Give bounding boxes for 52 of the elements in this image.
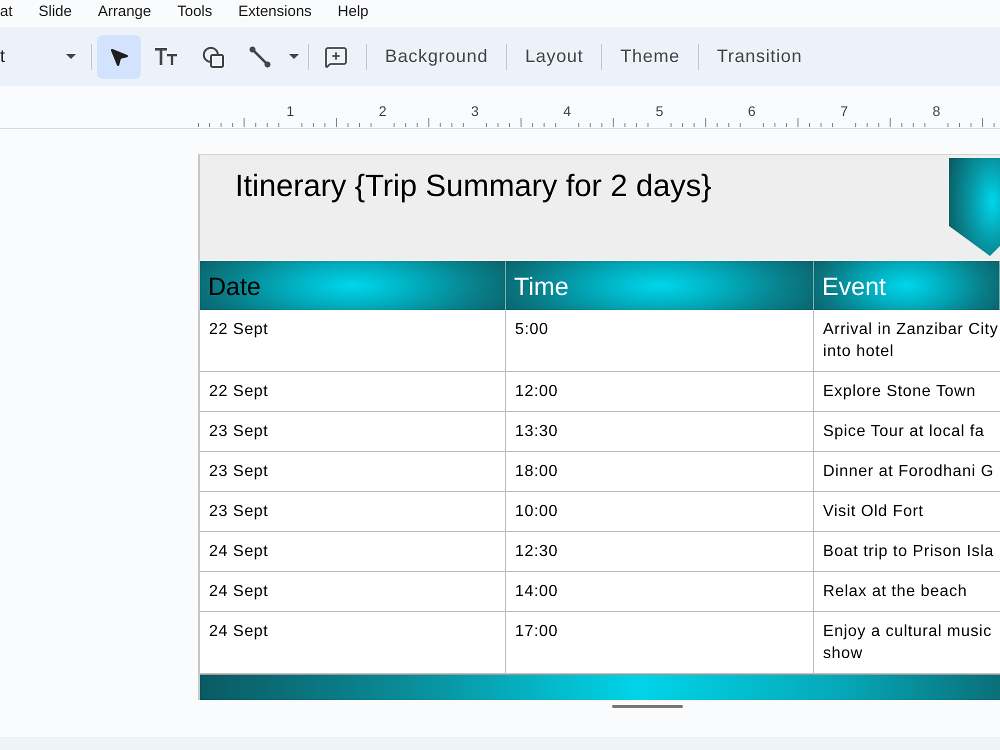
- ruler-number: 2: [378, 103, 386, 119]
- table-cell: 23 Sept: [200, 412, 506, 452]
- table-cell: 23 Sept: [200, 492, 506, 532]
- ruler-number: 7: [840, 103, 848, 119]
- table-cell: Visit Old Fort: [814, 492, 1000, 532]
- table-cell: Explore Stone Town: [814, 372, 1000, 412]
- table-cell: 22 Sept: [200, 310, 506, 372]
- table-cell: Spice Tour at local fa: [814, 412, 1000, 452]
- table-cell: 5:00: [506, 310, 814, 372]
- ruler-number: 1: [286, 103, 294, 119]
- table-cell: Boat trip to Prison Isla: [814, 532, 1000, 572]
- menu-item[interactable]: Help: [338, 3, 369, 21]
- table-cell: 12:30: [506, 532, 814, 572]
- table-cell: 13:30: [506, 412, 814, 452]
- table-cell: Arrival in Zanzibar City into hotel: [814, 310, 1000, 372]
- ruler-number: 8: [932, 103, 940, 119]
- menu-item[interactable]: Tools: [177, 3, 212, 21]
- ruler-number: 3: [471, 103, 479, 119]
- table-cell: 22 Sept: [200, 372, 506, 412]
- table-cell: 23 Sept: [200, 452, 506, 492]
- ruler-number: 4: [563, 103, 572, 119]
- menu-item[interactable]: Arrange: [98, 3, 152, 21]
- ruler-number: 6: [748, 103, 756, 119]
- toolbar-button[interactable]: Background: [372, 38, 502, 74]
- shapes-icon: [202, 46, 224, 68]
- table-cell: Dinner at Forodhani G: [814, 452, 1000, 492]
- table-cell: 24 Sept: [200, 572, 506, 612]
- column-title: Time: [514, 272, 569, 302]
- zoom-dropdown[interactable]: t: [0, 38, 86, 74]
- menu-item[interactable]: Extensions: [238, 3, 312, 21]
- table-cell: 12:00: [506, 372, 814, 412]
- toolbar-button[interactable]: Layout: [512, 38, 596, 74]
- menu-item[interactable]: at: [0, 3, 13, 21]
- table-cell: 18:00: [506, 452, 814, 492]
- table-cell: Relax at the beach: [814, 572, 1000, 612]
- slide-title: Itinerary {Trip Summary for 2 days}: [235, 168, 712, 204]
- toolbar-button[interactable]: Transition: [704, 38, 816, 74]
- caret-icon: [66, 54, 76, 59]
- menu-item[interactable]: Slide: [38, 3, 72, 21]
- toolbar-button[interactable]: Theme: [607, 38, 693, 74]
- resize-handle[interactable]: [612, 705, 683, 708]
- table-cell: 10:00: [506, 492, 814, 532]
- column-title: Event: [822, 272, 886, 302]
- text-icon: [155, 48, 177, 65]
- select-tool-button[interactable]: [97, 34, 141, 78]
- ruler-number: 5: [656, 103, 664, 119]
- table-cell: 24 Sept: [200, 532, 506, 572]
- caret-icon: [289, 54, 299, 59]
- add-comment-icon: [324, 44, 348, 68]
- line-icon: [249, 46, 271, 68]
- table-cell: 14:00: [506, 572, 814, 612]
- column-title: Date: [208, 272, 261, 302]
